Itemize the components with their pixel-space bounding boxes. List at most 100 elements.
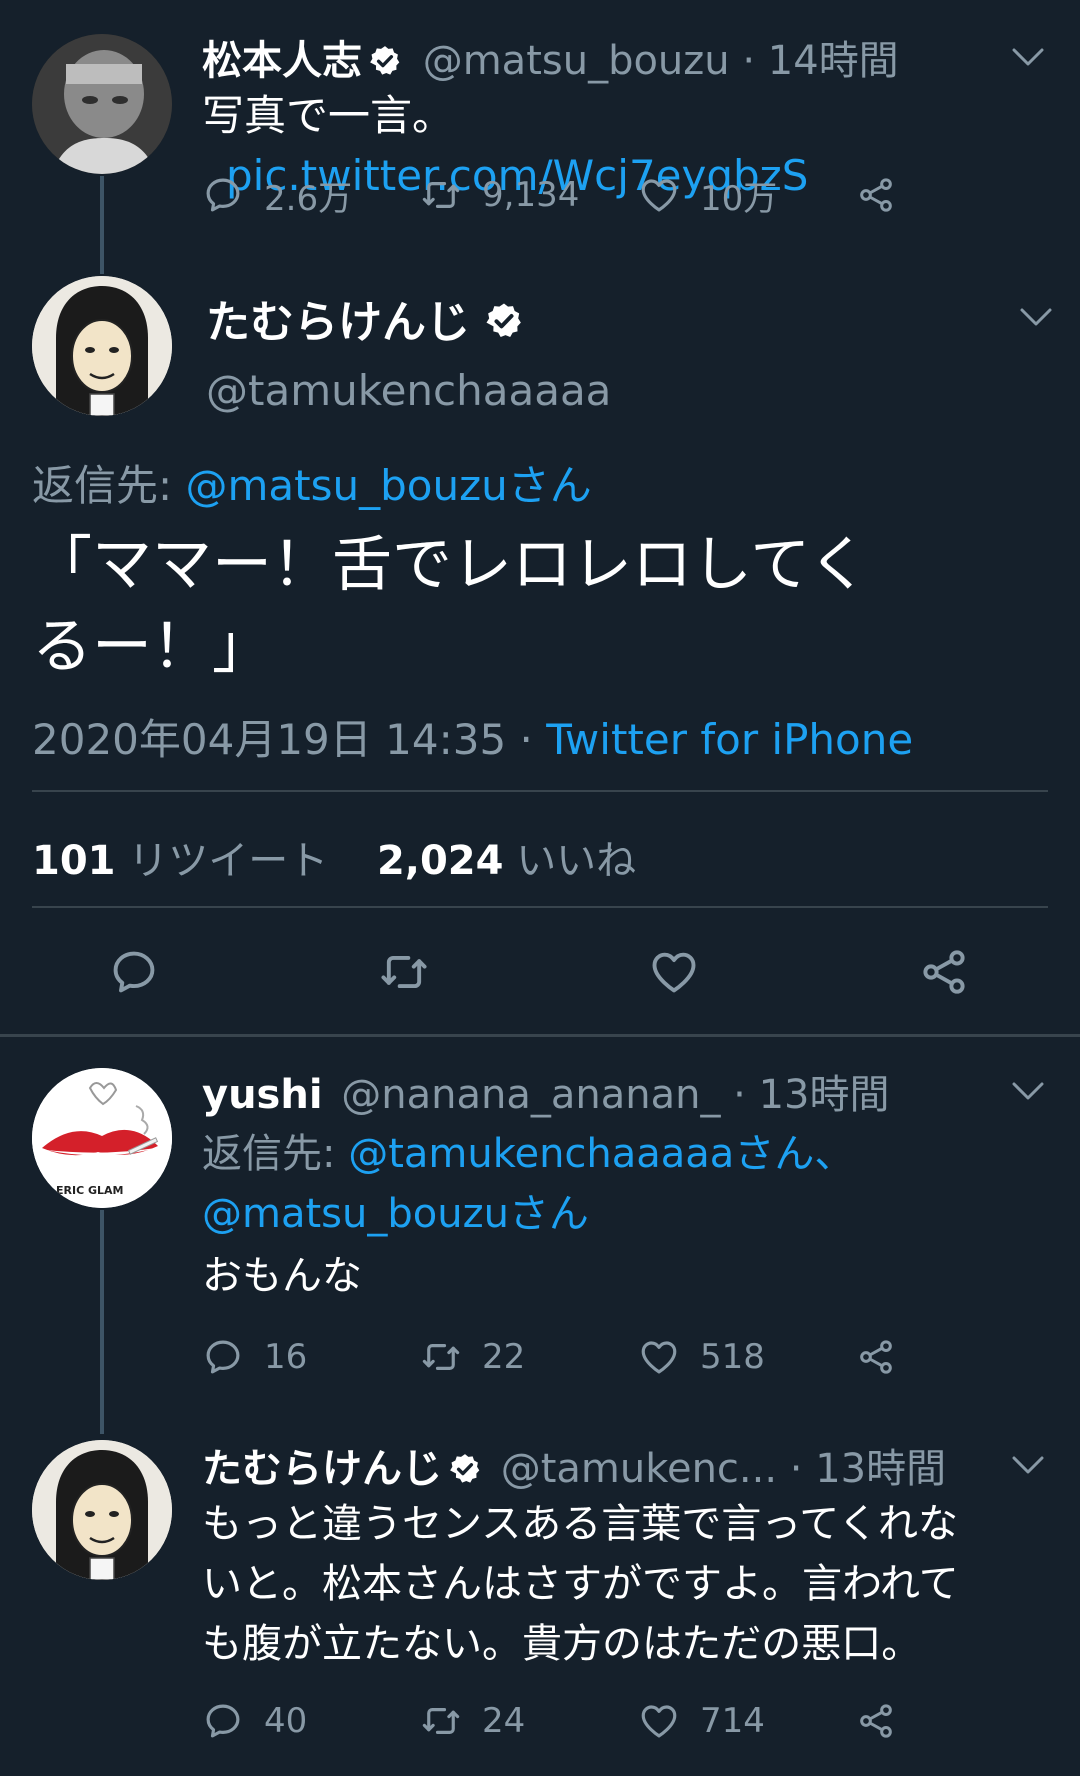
reply-context: 返信先: @matsu_bouzuさん: [32, 452, 592, 513]
retweet-count: 22: [482, 1337, 526, 1377]
chevron-down-icon[interactable]: [1010, 1080, 1046, 1102]
like-stat[interactable]: 2,024 いいね: [377, 838, 636, 884]
chevron-down-icon[interactable]: [1010, 1454, 1046, 1476]
reply-context: 返信先: @tamukenchaaaaaさん、 @matsu_bouzuさん: [202, 1124, 1040, 1244]
share-icon: [856, 1336, 896, 1378]
like-count: 10万: [700, 178, 778, 219]
divider: [32, 790, 1048, 792]
like-total: 2,024: [376, 838, 504, 884]
tweet-header: 松本人志 @matsu_bouzu · 14時間: [202, 28, 1040, 86]
like-button[interactable]: 10万: [638, 171, 856, 220]
handle[interactable]: @tamukenc...: [501, 1446, 777, 1492]
tweet-actions: 16 22 518: [202, 1332, 916, 1382]
main-tweet-text: 「ママー！舌でレロレロしてく るー！」: [32, 524, 868, 688]
timestamp[interactable]: · 13時間: [790, 1446, 946, 1492]
engagement-stats: 101 リツイート 2,024 いいね: [32, 828, 636, 886]
retweet-button[interactable]: [378, 946, 430, 1002]
main-text-line: 「ママー！舌でレロレロしてく: [32, 530, 869, 600]
reply-icon: [202, 1700, 244, 1742]
retweet-icon: [378, 946, 430, 998]
reply-to-link[interactable]: @matsu_bouzuさん: [186, 461, 592, 510]
like-label: いいね: [516, 838, 637, 884]
reply-prefix: 返信先:: [32, 461, 186, 510]
retweet-count: 24: [482, 1701, 526, 1741]
like-icon: [638, 1700, 680, 1742]
tweet-header: たむらけんじ @tamukenc... · 13時間: [202, 1436, 1040, 1494]
like-icon: [648, 946, 700, 998]
avatar-yushi[interactable]: ERIC GLAM: [32, 1068, 172, 1208]
like-button[interactable]: 518: [638, 1336, 856, 1378]
display-name[interactable]: yushi: [202, 1072, 323, 1118]
retweet-button[interactable]: 22: [420, 1336, 638, 1378]
tweet-meta: 2020年04月19日 14:35 · Twitter for iPhone: [32, 706, 913, 767]
section-divider: [0, 1034, 1080, 1037]
tweet-actions: 40 24 714: [202, 1696, 916, 1746]
reply-count: 2.6万: [264, 178, 353, 219]
tweet-text-line: も腹が立たない。貴方のはただの悪口。: [202, 1621, 922, 1667]
like-button[interactable]: [648, 946, 700, 1002]
like-icon: [638, 174, 680, 216]
share-icon: [856, 174, 896, 216]
tweet-source[interactable]: Twitter for iPhone: [546, 715, 913, 764]
avatar-tamura[interactable]: [32, 276, 172, 416]
main-text-line: るー！」: [32, 612, 272, 682]
handle[interactable]: @tamukenchaaaaa: [206, 366, 611, 415]
avatar-matsu[interactable]: [32, 34, 172, 174]
handle[interactable]: @nanana_ananan_: [341, 1072, 720, 1118]
reply-icon: [202, 1336, 244, 1378]
reply-button[interactable]: 2.6万: [202, 171, 420, 220]
share-icon: [856, 1700, 896, 1742]
share-button[interactable]: [856, 1700, 916, 1742]
display-name[interactable]: たむらけんじ: [206, 297, 470, 348]
like-count: 518: [700, 1337, 765, 1377]
reply-count: 16: [264, 1337, 308, 1377]
thread-line: [100, 176, 104, 274]
handle[interactable]: @matsu_bouzu: [423, 38, 730, 84]
display-name[interactable]: たむらけんじ: [202, 1446, 442, 1492]
chevron-down-icon[interactable]: [1010, 46, 1046, 68]
retweet-label: リツイート: [128, 838, 329, 884]
reply-to-link[interactable]: @tamukenchaaaaaさん、: [348, 1131, 854, 1177]
tweet-header: yushi @nanana_ananan_ · 13時間: [202, 1062, 1040, 1120]
avatar-logo-text: ERIC GLAM: [56, 1184, 123, 1197]
timestamp[interactable]: · 14時間: [742, 38, 898, 84]
share-button[interactable]: [856, 174, 916, 216]
like-icon: [638, 1336, 680, 1378]
share-icon: [918, 946, 970, 998]
chevron-down-icon[interactable]: [1018, 306, 1054, 328]
share-button[interactable]: [918, 946, 970, 1002]
divider: [32, 906, 1048, 908]
retweet-total: 101: [32, 838, 116, 884]
reply-button[interactable]: [108, 946, 160, 1002]
share-button[interactable]: [856, 1336, 916, 1378]
reply-button[interactable]: 40: [202, 1700, 420, 1742]
reply-to-link[interactable]: @matsu_bouzuさん: [202, 1191, 589, 1237]
retweet-button[interactable]: 24: [420, 1700, 638, 1742]
verified-badge-icon: [448, 1452, 482, 1486]
verified-badge-icon: [484, 301, 524, 341]
tweet-text: おもんな: [202, 1253, 362, 1299]
reply-button[interactable]: 16: [202, 1336, 420, 1378]
author-block: たむらけんじ @tamukenchaaaaa: [206, 286, 611, 415]
tweet-text: もっと違うセンスある言葉で言ってくれな いと。松本さんはさすがですよ。言われて …: [202, 1494, 1040, 1674]
main-tweet-actions: [0, 946, 1080, 1006]
like-count: 714: [700, 1701, 765, 1741]
retweet-icon: [420, 1700, 462, 1742]
retweet-stat[interactable]: 101 リツイート: [32, 838, 328, 884]
like-button[interactable]: 714: [638, 1700, 856, 1742]
tweet-text-line: もっと違うセンスある言葉で言ってくれな: [202, 1501, 958, 1547]
display-name[interactable]: 松本人志: [202, 38, 362, 84]
timestamp[interactable]: · 13時間: [733, 1072, 889, 1118]
verified-badge-icon: [368, 44, 402, 78]
tweet-actions: 2.6万 9,134 10万: [202, 170, 916, 220]
retweet-icon: [420, 174, 462, 216]
tweet-text-content: 写真で一言。: [202, 91, 455, 140]
reply-icon: [202, 174, 244, 216]
avatar-tamura[interactable]: [32, 1440, 172, 1580]
reply-icon: [108, 946, 160, 998]
thread-line: [100, 1210, 104, 1434]
retweet-button[interactable]: 9,134: [420, 174, 638, 216]
retweet-icon: [420, 1336, 462, 1378]
tweet-datetime[interactable]: 2020年04月19日 14:35 ·: [32, 715, 546, 764]
reply-prefix: 返信先:: [202, 1131, 349, 1177]
